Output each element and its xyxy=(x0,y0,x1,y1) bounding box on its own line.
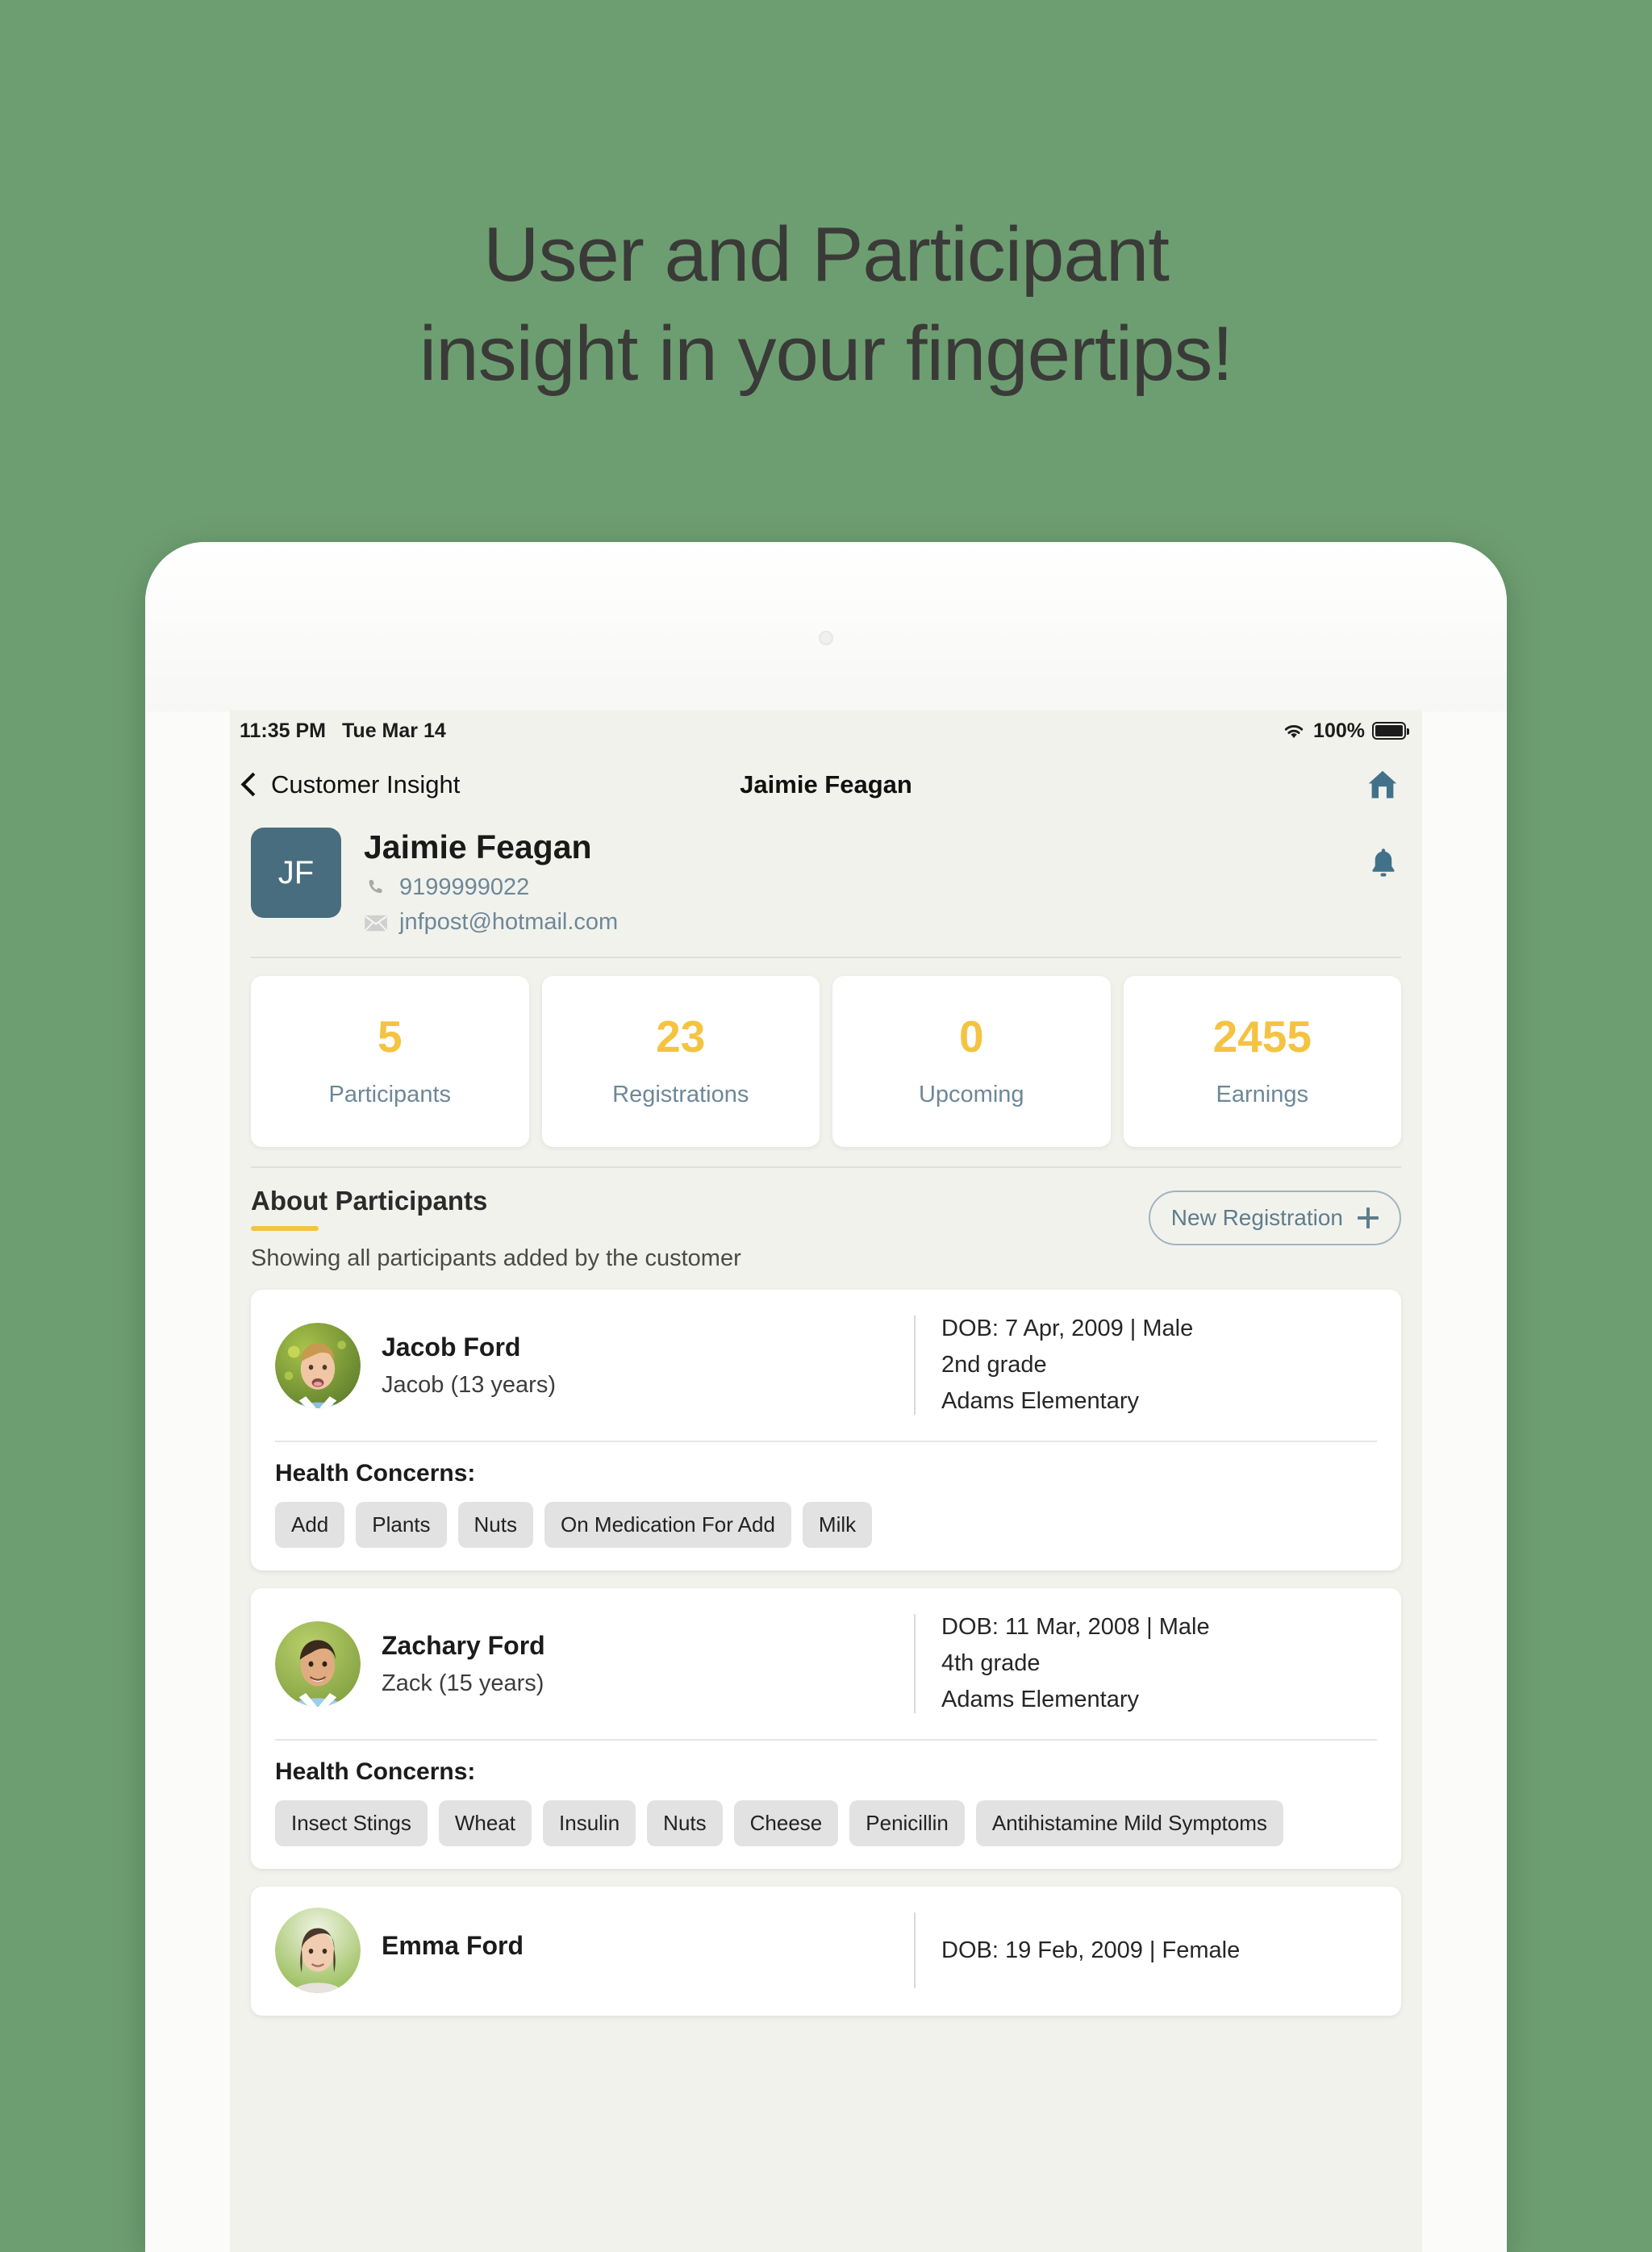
stat-value: 2455 xyxy=(1212,1011,1312,1062)
about-participants-header: About Participants Showing all participa… xyxy=(251,1168,1401,1272)
participant-column-divider xyxy=(914,1316,916,1416)
participant-card[interactable]: Jacob Ford Jacob (13 years) DOB: 7 Apr, … xyxy=(251,1290,1401,1571)
headline-line-1: User and Participant xyxy=(483,211,1170,298)
participant-school: Adams Elementary xyxy=(941,1388,1139,1415)
stat-value: 0 xyxy=(958,1011,984,1062)
back-button[interactable]: Customer Insight xyxy=(240,770,461,799)
customer-phone: 9199999022 xyxy=(399,874,530,901)
customer-email: jnfpost@hotmail.com xyxy=(399,909,619,936)
stat-value: 5 xyxy=(377,1011,403,1062)
battery-percent: 100% xyxy=(1313,719,1365,742)
health-chip[interactable]: Antihistamine Mild Symptoms xyxy=(975,1800,1283,1846)
participant-photo xyxy=(275,1908,361,1993)
health-chip[interactable]: On Medication For Add xyxy=(544,1502,791,1549)
stat-label: Participants xyxy=(328,1082,451,1108)
health-concerns-chips: Insect Stings Wheat Insulin Nuts Cheese … xyxy=(275,1800,1377,1846)
status-date: Tue Mar 14 xyxy=(342,719,446,742)
health-chip[interactable]: Nuts xyxy=(457,1502,533,1549)
stat-label: Upcoming xyxy=(918,1082,1024,1108)
nav-bar: Customer Insight Jaimie Feagan xyxy=(230,752,1422,818)
marketing-headline: User and Participant insight in your fin… xyxy=(0,206,1652,404)
section-title-underline xyxy=(251,1226,319,1232)
tablet-screen: 11:35 PM Tue Mar 14 100% Customer Insigh… xyxy=(230,710,1422,2252)
participant-grade: 4th grade xyxy=(941,1650,1041,1677)
avatar-initials: JF xyxy=(277,854,315,890)
health-concerns-label: Health Concerns: xyxy=(275,1460,476,1487)
health-concerns-chips: Add Plants Nuts On Medication For Add Mi… xyxy=(275,1502,1377,1549)
stat-card-registrations[interactable]: 23 Registrations xyxy=(541,976,820,1148)
stat-label: Earnings xyxy=(1216,1082,1308,1108)
home-button[interactable] xyxy=(1364,767,1401,803)
avatar: JF xyxy=(251,828,341,918)
participant-grade: 2nd grade xyxy=(941,1352,1047,1378)
tablet-device-frame: 11:35 PM Tue Mar 14 100% Customer Insigh… xyxy=(145,542,1507,2252)
bell-icon xyxy=(1366,845,1401,882)
participant-alias: Zack (15 years) xyxy=(382,1670,544,1696)
section-title: About Participants xyxy=(251,1186,488,1216)
status-time: 11:35 PM xyxy=(240,719,327,742)
participant-card[interactable]: Zachary Ford Zack (15 years) DOB: 11 Mar… xyxy=(251,1588,1401,1869)
health-chip[interactable]: Plants xyxy=(356,1502,447,1549)
front-camera-icon xyxy=(819,631,833,645)
section-subtitle: Showing all participants added by the cu… xyxy=(251,1245,741,1272)
participant-photo xyxy=(275,1620,361,1707)
participant-column-divider xyxy=(914,1614,916,1713)
stat-label: Registrations xyxy=(612,1082,749,1108)
participant-dob: DOB: 7 Apr, 2009 | Male xyxy=(941,1316,1194,1342)
participant-card-divider xyxy=(275,1739,1377,1741)
stats-row: 5 Participants 23 Registrations 0 Upcomi… xyxy=(251,958,1401,1166)
chevron-left-icon xyxy=(240,772,265,796)
health-chip[interactable]: Milk xyxy=(802,1502,873,1549)
new-registration-label: New Registration xyxy=(1170,1205,1343,1231)
wifi-icon xyxy=(1282,721,1306,740)
stat-card-earnings[interactable]: 2455 Earnings xyxy=(1123,976,1401,1148)
customer-phone-row[interactable]: 9199999022 xyxy=(364,874,618,901)
health-chip[interactable]: Nuts xyxy=(647,1800,723,1846)
stat-card-upcoming[interactable]: 0 Upcoming xyxy=(832,976,1111,1148)
health-chip[interactable]: Penicillin xyxy=(849,1800,965,1846)
participant-name: Jacob Ford xyxy=(382,1332,521,1362)
battery-full-icon xyxy=(1372,722,1409,740)
participant-photo xyxy=(275,1322,361,1408)
participant-name: Emma Ford xyxy=(382,1930,524,1960)
screen-content: JF Jaimie Feagan 9199999022 jnfpost@hotm… xyxy=(230,818,1422,2016)
status-bar: 11:35 PM Tue Mar 14 100% xyxy=(230,710,1422,752)
stat-card-participants[interactable]: 5 Participants xyxy=(251,976,529,1148)
participant-alias: Jacob (13 years) xyxy=(382,1371,556,1398)
participant-column-divider xyxy=(914,1912,916,1988)
notifications-button[interactable] xyxy=(1366,828,1401,882)
health-chip[interactable]: Insulin xyxy=(543,1800,636,1846)
plus-icon xyxy=(1358,1207,1379,1229)
participant-dob: DOB: 19 Feb, 2009 | Female xyxy=(941,1937,1241,1963)
new-registration-button[interactable]: New Registration xyxy=(1148,1191,1401,1246)
headline-line-2: insight in your fingertips! xyxy=(419,310,1233,397)
participant-dob: DOB: 11 Mar, 2008 | Male xyxy=(941,1614,1210,1641)
health-concerns-label: Health Concerns: xyxy=(275,1758,476,1785)
health-chip[interactable]: Cheese xyxy=(733,1800,839,1846)
participant-card-divider xyxy=(275,1441,1377,1443)
phone-icon xyxy=(364,876,388,900)
health-chip[interactable]: Insect Stings xyxy=(275,1800,428,1846)
participant-name: Zachary Ford xyxy=(382,1630,545,1660)
customer-profile: JF Jaimie Feagan 9199999022 jnfpost@hotm… xyxy=(251,818,1401,957)
participant-card[interactable]: Emma Ford DOB: 19 Feb, 2009 | Female xyxy=(251,1887,1401,2016)
back-button-label: Customer Insight xyxy=(271,770,461,799)
mail-icon xyxy=(364,911,388,935)
participant-school: Adams Elementary xyxy=(941,1687,1139,1713)
customer-name: Jaimie Feagan xyxy=(364,828,592,865)
health-chip[interactable]: Add xyxy=(275,1502,345,1549)
home-icon xyxy=(1364,767,1401,803)
health-chip[interactable]: Wheat xyxy=(438,1800,532,1846)
customer-email-row[interactable]: jnfpost@hotmail.com xyxy=(364,909,618,936)
stat-value: 23 xyxy=(656,1011,706,1062)
device-bezel xyxy=(145,542,1507,711)
